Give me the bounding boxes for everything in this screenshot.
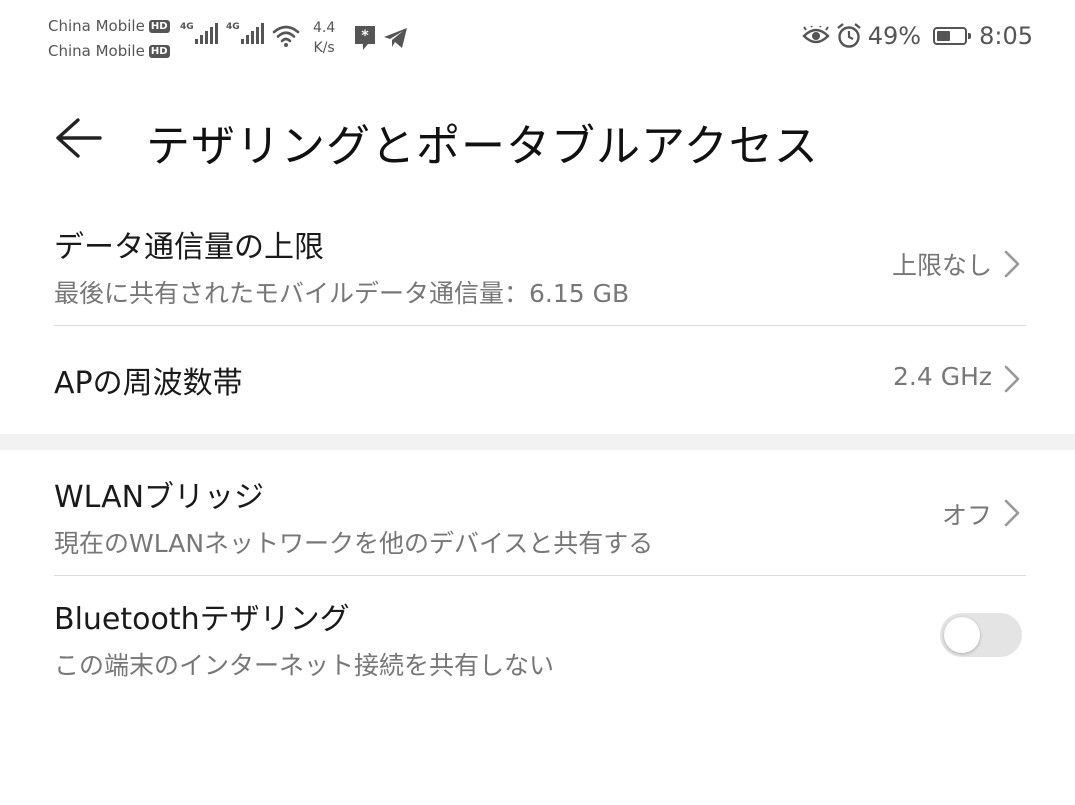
signal-icon: 4G	[180, 22, 218, 44]
data-limit-value: 上限なし	[891, 251, 992, 280]
status-bar: China Mobile HD China Mobile HD 4G 4G 4.…	[0, 0, 1075, 78]
bluetooth-tethering-toggle[interactable]	[940, 613, 1022, 657]
page-title: テザリングとポータブルアクセス	[146, 121, 819, 172]
status-right: 49% 8:05	[802, 22, 1033, 50]
ap-band-item[interactable]: APの周波数帯 2.4 GHz	[54, 358, 1026, 418]
clock: 8:05	[979, 22, 1033, 50]
network-type-1: 4G	[180, 22, 194, 32]
carrier-2: China Mobile HD	[48, 39, 170, 64]
ap-band-value: 2.4 GHz	[893, 362, 992, 391]
hd-badge-1: HD	[148, 20, 170, 33]
section-divider	[0, 434, 1075, 450]
app-notification-icon: *	[355, 26, 375, 50]
back-button[interactable]	[54, 116, 104, 160]
wlan-bridge-label: WLANブリッジ	[54, 480, 265, 515]
carrier-1: China Mobile HD	[48, 14, 170, 39]
alarm-icon	[837, 23, 861, 48]
wlan-bridge-value: オフ	[941, 501, 992, 530]
bluetooth-tethering-description: この端末のインターネット接続を共有しない	[54, 651, 555, 680]
wlan-bridge-description: 現在のWLANネットワークを他のデバイスと共有する	[54, 529, 654, 558]
data-limit-item[interactable]: データ通信量の上限 最後に共有されたモバイルデータ通信量：6.15 GB 上限な…	[54, 222, 1026, 326]
signal-icon: 4G	[226, 22, 264, 44]
data-limit-label: データ通信量の上限	[54, 230, 324, 265]
bluetooth-tethering-item: Bluetoothテザリング この端末のインターネット接続を共有しない	[54, 594, 1026, 684]
network-speed: 4.4 K/s	[313, 18, 335, 58]
carrier-2-name: China Mobile	[48, 42, 145, 60]
ap-band-label: APの周波数帯	[54, 366, 243, 401]
chevron-right-icon	[1004, 250, 1020, 278]
toggle-knob	[944, 617, 980, 653]
carrier-1-name: China Mobile	[48, 17, 145, 35]
divider	[54, 325, 1026, 326]
title-bar: テザリングとポータブルアクセス	[0, 100, 1075, 176]
telegram-icon	[384, 28, 407, 48]
network-type-2: 4G	[226, 22, 240, 32]
data-limit-description: 最後に共有されたモバイルデータ通信量：6.15 GB	[54, 279, 630, 308]
svg-text:*: *	[361, 28, 369, 44]
battery-fill	[937, 31, 951, 41]
speed-value: 4.4	[313, 20, 336, 36]
battery-icon	[933, 27, 972, 45]
back-arrow-icon	[56, 118, 102, 158]
chevron-right-icon	[1004, 365, 1020, 393]
speed-unit: K/s	[313, 40, 335, 56]
wlan-bridge-item[interactable]: WLANブリッジ 現在のWLANネットワークを他のデバイスと共有する オフ	[54, 472, 1026, 576]
carrier-info: China Mobile HD China Mobile HD	[48, 14, 170, 64]
divider	[54, 575, 1026, 576]
wifi-icon	[272, 25, 300, 47]
hd-badge-2: HD	[148, 45, 170, 58]
eye-comfort-icon	[802, 26, 830, 44]
battery-percent: 49%	[867, 22, 922, 50]
bluetooth-tethering-label: Bluetoothテザリング	[54, 602, 350, 637]
chevron-right-icon	[1004, 499, 1020, 527]
